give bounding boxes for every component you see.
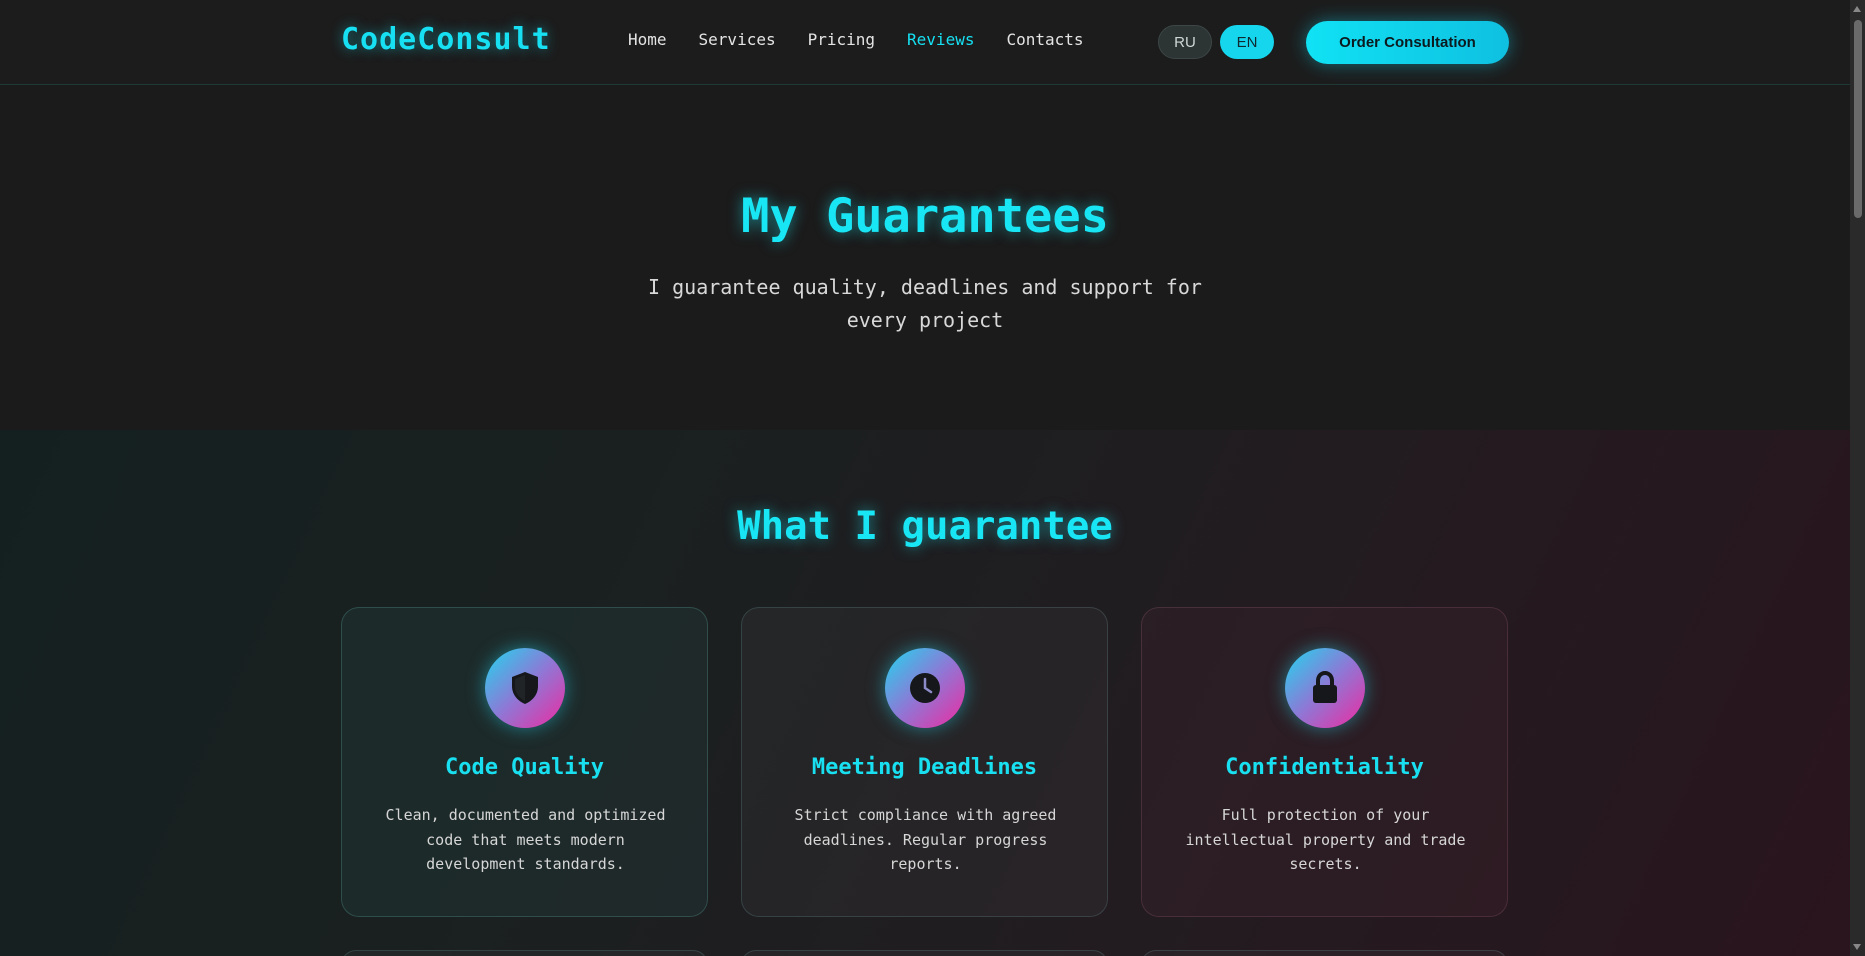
card-text: Clean, documented and optimized code tha… xyxy=(385,806,666,873)
hero-section: My Guarantees I guarantee quality, deadl… xyxy=(0,86,1850,430)
section-title: What I guarantee xyxy=(737,504,1113,549)
order-consultation-button[interactable]: Order Consultation xyxy=(1306,21,1509,64)
clock-icon xyxy=(885,648,965,728)
language-ru-button[interactable]: RU xyxy=(1158,25,1212,59)
guarantee-card-code-quality: Code Quality Clean, documented and optim… xyxy=(341,607,708,917)
card-text: Strict compliance with agreed deadlines.… xyxy=(794,806,1057,873)
scroll-up-arrow-icon[interactable] xyxy=(1853,6,1861,12)
guarantee-card-partial xyxy=(741,950,1108,956)
card-title: Confidentiality xyxy=(1225,755,1424,780)
guarantee-card-partial xyxy=(1141,950,1508,956)
card-title: Code Quality xyxy=(445,755,604,780)
page: CodeConsult Home Services Pricing Review… xyxy=(0,0,1850,956)
scroll-thumb[interactable] xyxy=(1854,20,1862,218)
card-title: Meeting Deadlines xyxy=(811,755,1038,780)
guarantee-card-meeting-deadlines: Meeting Deadlines Strict compliance with… xyxy=(741,607,1108,917)
main-nav: Home Services Pricing Reviews Contacts xyxy=(628,30,1116,49)
shield-icon xyxy=(485,648,565,728)
nav-reviews[interactable]: Reviews xyxy=(907,30,974,49)
card-text: Full protection of your intellectual pro… xyxy=(1185,806,1466,873)
nav-home[interactable]: Home xyxy=(628,30,667,49)
guarantee-card-confidentiality: Confidentiality Full protection of your … xyxy=(1141,607,1508,917)
language-en-button[interactable]: EN xyxy=(1220,25,1274,59)
logo[interactable]: CodeConsult xyxy=(341,22,551,57)
guarantees-section: What I guarantee Code Quality Clean, doc… xyxy=(0,430,1850,956)
nav-contacts[interactable]: Contacts xyxy=(1006,30,1083,49)
page-title: My Guarantees xyxy=(741,189,1109,244)
nav-services[interactable]: Services xyxy=(699,30,776,49)
scroll-down-arrow-icon[interactable] xyxy=(1853,944,1861,950)
nav-pricing[interactable]: Pricing xyxy=(808,30,875,49)
guarantee-card-partial xyxy=(341,950,708,956)
lock-icon xyxy=(1285,648,1365,728)
site-header: CodeConsult Home Services Pricing Review… xyxy=(0,0,1850,85)
page-subtitle: I guarantee quality, deadlines and suppo… xyxy=(648,275,1202,332)
vertical-scrollbar[interactable] xyxy=(1850,0,1865,956)
